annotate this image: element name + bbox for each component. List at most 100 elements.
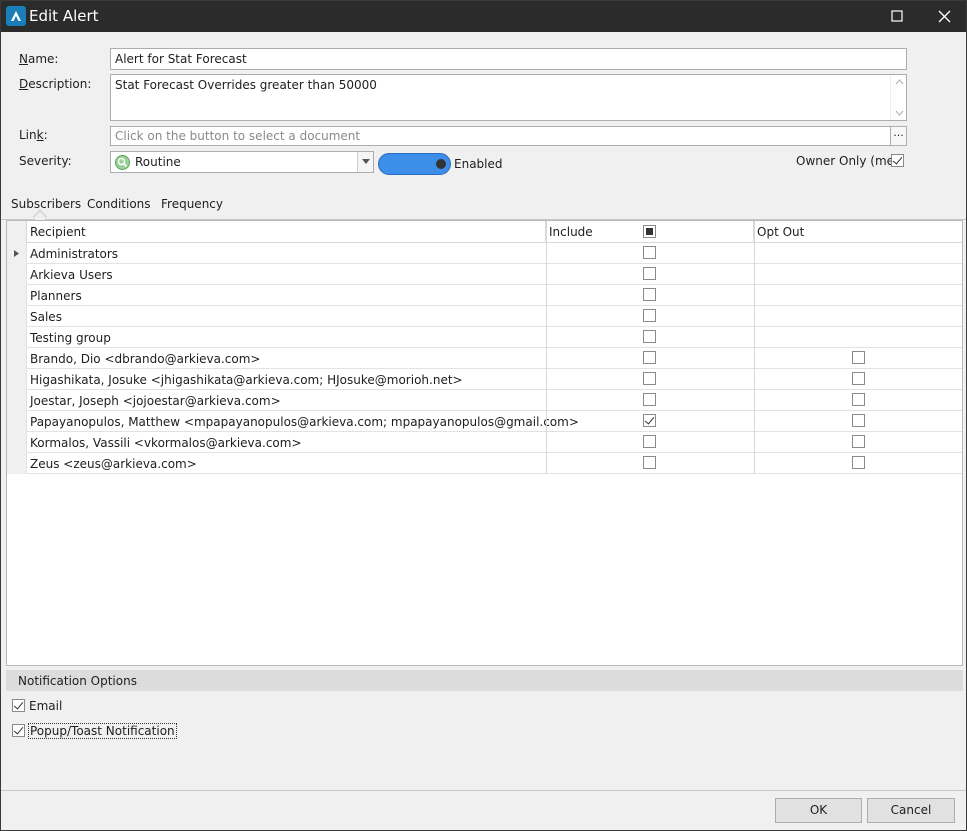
enabled-label: Enabled — [454, 157, 503, 171]
include-checkbox[interactable] — [643, 414, 656, 427]
severity-value: Routine — [135, 155, 181, 169]
include-all-checkbox[interactable] — [643, 225, 656, 238]
recipient-cell: Arkieva Users — [30, 268, 113, 282]
include-checkbox[interactable] — [643, 309, 656, 322]
enabled-toggle[interactable] — [378, 153, 451, 175]
row-indicator[interactable] — [7, 243, 27, 264]
window-title: Edit Alert — [29, 7, 99, 25]
column-divider — [546, 221, 547, 474]
row-indicator-header — [7, 221, 27, 243]
include-checkbox[interactable] — [643, 372, 656, 385]
opt-out-header[interactable]: Opt Out — [754, 221, 962, 243]
include-checkbox[interactable] — [643, 288, 656, 301]
opt-out-checkbox[interactable] — [852, 435, 865, 448]
include-checkbox[interactable] — [643, 435, 656, 448]
title-bar[interactable]: Edit Alert — [1, 1, 966, 32]
indeterminate-mark — [646, 228, 653, 235]
owner-only-label: Owner Only (me) — [796, 154, 899, 168]
notification-options-title: Notification Options — [18, 674, 137, 688]
maximize-button[interactable] — [874, 1, 920, 32]
row-indicator[interactable] — [7, 390, 27, 411]
include-checkbox[interactable] — [643, 330, 656, 343]
description-text: Stat Forecast Overrides greater than 500… — [115, 78, 377, 92]
include-checkbox[interactable] — [643, 456, 656, 469]
include-checkbox[interactable] — [643, 393, 656, 406]
severity-dropdown[interactable]: Routine — [110, 151, 374, 173]
notification-options-header: Notification Options — [6, 670, 963, 691]
table-row[interactable]: Sales — [7, 306, 962, 327]
severity-dropdown-toggle[interactable] — [357, 152, 373, 172]
cancel-button[interactable]: Cancel — [867, 798, 955, 823]
table-row[interactable]: Kormalos, Vassili <vkormalos@arkieva.com… — [7, 432, 962, 453]
chevron-down-icon — [362, 159, 370, 164]
table-row[interactable]: Brando, Dio <dbrando@arkieva.com> — [7, 348, 962, 369]
table-row[interactable]: Papayanopulos, Matthew <mpapayanopulos@a… — [7, 411, 962, 432]
recipient-cell: Higashikata, Josuke <jhigashikata@arkiev… — [30, 373, 463, 387]
name-label: Name: — [19, 52, 59, 66]
row-indicator[interactable] — [7, 264, 27, 285]
row-indicator[interactable] — [7, 348, 27, 369]
table-row[interactable]: Zeus <zeus@arkieva.com> — [7, 453, 962, 474]
grid-header: Recipient Include Opt Out — [7, 221, 962, 243]
opt-out-checkbox[interactable] — [852, 414, 865, 427]
row-indicator[interactable] — [7, 369, 27, 390]
select-document-button[interactable]: ... — [890, 126, 907, 146]
close-icon — [938, 10, 951, 23]
maximize-icon — [891, 10, 903, 22]
recipient-header[interactable]: Recipient — [27, 221, 546, 243]
table-row[interactable]: Testing group — [7, 327, 962, 348]
owner-only-checkbox[interactable] — [891, 154, 904, 167]
app-logo-icon — [6, 6, 26, 26]
popup-toast-label[interactable]: Popup/Toast Notification — [28, 723, 177, 739]
recipient-cell: Papayanopulos, Matthew <mpapayanopulos@a… — [30, 415, 579, 429]
scroll-down-icon — [895, 110, 904, 116]
description-scrollbar[interactable] — [890, 75, 906, 120]
table-row[interactable]: Arkieva Users — [7, 264, 962, 285]
include-checkbox[interactable] — [643, 246, 656, 259]
include-checkbox[interactable] — [643, 351, 656, 364]
subscribers-grid: Recipient Include Opt Out Administrators… — [6, 220, 963, 666]
email-label[interactable]: Email — [29, 699, 62, 713]
dialog-button-bar: OK Cancel — [1, 790, 966, 830]
routine-icon — [115, 155, 130, 170]
row-indicator[interactable] — [7, 306, 27, 327]
description-label: Description: — [19, 77, 92, 91]
tab-bar: Subscribers Conditions Frequency — [1, 192, 966, 225]
scroll-up-icon — [895, 79, 904, 85]
link-label: Link: — [19, 128, 48, 142]
table-row[interactable]: Joestar, Joseph <jojoestar@arkieva.com> — [7, 390, 962, 411]
popup-toast-checkbox[interactable] — [12, 724, 25, 737]
notification-options-panel: Notification Options Email Popup/Toast N… — [6, 670, 963, 790]
ok-button[interactable]: OK — [775, 798, 862, 823]
table-row[interactable]: Administrators — [7, 243, 962, 264]
row-indicator[interactable] — [7, 453, 27, 474]
link-input[interactable]: Click on the button to select a document — [110, 126, 891, 146]
recipient-cell: Zeus <zeus@arkieva.com> — [30, 457, 197, 471]
opt-out-checkbox[interactable] — [852, 351, 865, 364]
recipient-cell: Sales — [30, 310, 62, 324]
include-checkbox[interactable] — [643, 267, 656, 280]
tab-subscribers[interactable]: Subscribers — [11, 197, 81, 211]
opt-out-checkbox[interactable] — [852, 393, 865, 406]
opt-out-checkbox[interactable] — [852, 456, 865, 469]
email-checkbox[interactable] — [12, 699, 25, 712]
row-indicator[interactable] — [7, 432, 27, 453]
recipient-cell: Brando, Dio <dbrando@arkieva.com> — [30, 352, 261, 366]
edit-alert-dialog: Edit Alert Name: Alert for Stat Forecast… — [0, 0, 967, 831]
row-indicator[interactable] — [7, 327, 27, 348]
table-row[interactable]: Higashikata, Josuke <jhigashikata@arkiev… — [7, 369, 962, 390]
table-row[interactable]: Planners — [7, 285, 962, 306]
recipient-cell: Testing group — [30, 331, 111, 345]
tab-frequency[interactable]: Frequency — [161, 197, 223, 211]
severity-label: Severity: — [19, 154, 72, 168]
tab-conditions[interactable]: Conditions — [87, 197, 151, 211]
description-textarea[interactable]: Stat Forecast Overrides greater than 500… — [110, 74, 907, 121]
row-indicator[interactable] — [7, 411, 27, 432]
close-button[interactable] — [921, 1, 967, 32]
recipient-cell: Administrators — [30, 247, 119, 261]
row-indicator[interactable] — [7, 285, 27, 306]
recipient-cell: Kormalos, Vassili <vkormalos@arkieva.com… — [30, 436, 302, 450]
name-input[interactable]: Alert for Stat Forecast — [110, 48, 907, 70]
opt-out-checkbox[interactable] — [852, 372, 865, 385]
toggle-knob — [436, 159, 446, 169]
